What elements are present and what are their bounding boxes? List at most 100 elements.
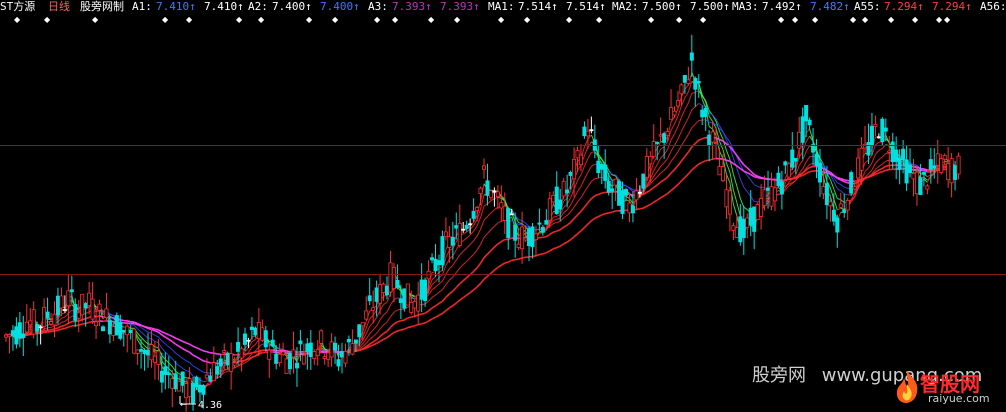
candle — [197, 377, 202, 402]
ma-segment — [147, 326, 152, 329]
ma-segment — [871, 163, 876, 171]
ma-segment — [708, 116, 714, 122]
ma-segment — [428, 318, 433, 322]
ma-segment — [393, 330, 398, 334]
ma-segment — [680, 176, 686, 182]
ma-segment — [54, 329, 59, 332]
ma-segment — [878, 148, 883, 151]
ma-segment — [601, 191, 606, 194]
indicator-label: MA1: — [488, 0, 515, 13]
ma-segment — [469, 253, 474, 259]
candle — [544, 209, 549, 225]
kline-chart[interactable]: ◆ ◆ ◆ ◆ ◆ ◆ ◆ ◆ ◆ ◆ ◆ ◆ ◆ ◆ ◆ ◆ ◆ ◆ ◆ ◆ ◆ ◆ ◆ ◆ ◆ ◆ ◆ ◆ ◆ ← 4.36 — [0, 0, 1006, 412]
ma-segment — [199, 348, 204, 352]
ma-segment — [656, 166, 662, 172]
ma-segment — [684, 117, 689, 125]
ma-segment — [473, 267, 478, 273]
ma-segment — [431, 316, 436, 320]
ma-segment — [646, 203, 651, 207]
ma-segment — [708, 158, 713, 161]
ma-segment — [185, 342, 190, 345]
ma-segment — [441, 309, 447, 315]
candle — [416, 281, 421, 325]
ma-segment — [577, 164, 582, 171]
ma-segment — [459, 296, 464, 301]
ma-segment — [597, 214, 603, 218]
ma-segment — [144, 325, 149, 329]
ma-segment — [726, 174, 731, 183]
ma-segment — [137, 328, 142, 333]
ma-segment — [234, 365, 239, 369]
ma-segment — [746, 191, 752, 197]
indicator-value: 7.500↑ — [642, 0, 682, 13]
ma-segment — [553, 230, 557, 233]
ma-segment — [140, 341, 145, 346]
ma-segment — [722, 158, 727, 161]
candle — [769, 172, 774, 211]
ma-segment — [670, 145, 675, 152]
ma-segment — [43, 327, 48, 330]
ma-segment — [833, 188, 838, 199]
indicator-name[interactable]: 股旁网制 — [80, 0, 124, 14]
indicator-value: 7.514↑ — [518, 0, 558, 13]
ma-segment — [684, 151, 689, 158]
candle — [222, 343, 227, 371]
ma-segment — [844, 186, 848, 189]
candle — [76, 299, 81, 333]
ma-segment — [670, 169, 676, 174]
ma-segment — [369, 321, 374, 327]
ma-segment — [687, 169, 693, 175]
stock-name[interactable]: ST方源 — [0, 0, 35, 14]
ma-segment — [251, 355, 256, 359]
signal-marker: ◆ — [14, 15, 21, 24]
ma-segment — [573, 233, 579, 238]
ma-segment — [802, 169, 807, 174]
ma-segment — [54, 327, 59, 330]
candlesticks — [4, 34, 961, 412]
ma-segment — [553, 246, 558, 250]
candle — [114, 312, 119, 336]
candle — [14, 317, 19, 349]
ma-segment — [428, 297, 433, 302]
candle — [776, 166, 781, 188]
ma-segment — [168, 368, 173, 373]
candle — [443, 217, 448, 241]
ma-segment — [750, 179, 755, 185]
candle — [766, 170, 771, 209]
ma-segment — [653, 156, 658, 163]
candle — [42, 298, 47, 332]
ma-segment — [171, 358, 177, 364]
ma-segment — [687, 146, 693, 153]
ma-segment — [206, 372, 211, 374]
ma-segment — [583, 223, 589, 229]
ma-segment — [823, 171, 828, 174]
candle — [724, 175, 729, 219]
candle — [734, 214, 739, 238]
ma-segment — [660, 195, 665, 199]
signal-marker: ◆ — [524, 15, 531, 24]
ma-segment — [674, 151, 679, 158]
period-label[interactable]: 日线 — [48, 0, 70, 14]
ma-segment — [144, 345, 149, 350]
ma-segment — [383, 321, 388, 326]
ma-segment — [573, 191, 578, 199]
indicator-value: 7.492↑ — [762, 0, 802, 13]
ma-segment — [376, 328, 381, 334]
ma-segment — [234, 361, 239, 364]
ma-segment — [421, 312, 426, 315]
ma-segment — [680, 97, 686, 106]
ma-segment — [757, 176, 762, 180]
ma-segment — [424, 320, 429, 324]
ma-segment — [653, 176, 658, 181]
candle — [599, 162, 604, 185]
ma-segment — [438, 312, 443, 317]
indicator-value: 7.514↑ — [566, 0, 606, 13]
signal-marker: ◆ — [306, 15, 313, 24]
ma-segment — [660, 146, 665, 150]
ma-segment — [397, 297, 401, 300]
candle — [239, 346, 244, 372]
ma-segment — [196, 356, 201, 360]
ma-segment — [563, 215, 568, 219]
ma-segment — [189, 371, 194, 377]
candle — [94, 308, 99, 339]
